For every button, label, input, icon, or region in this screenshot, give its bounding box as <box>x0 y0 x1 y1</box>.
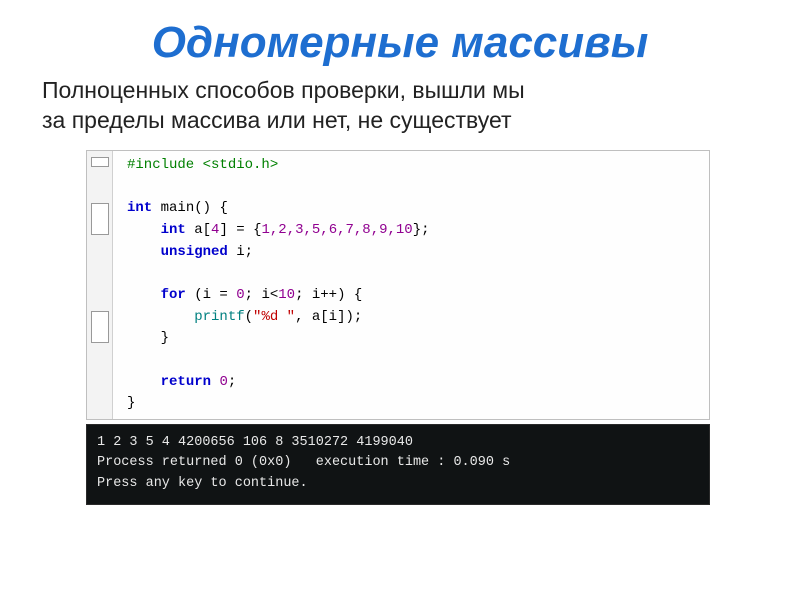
fold-gutter <box>87 151 113 419</box>
subtitle-line-1: Полноценных способов проверки, вышли мы <box>42 77 525 103</box>
code-line: #include <stdio.h> <box>127 155 699 177</box>
fold-marker <box>91 203 109 235</box>
code-line <box>127 176 699 198</box>
code-line: } <box>127 393 699 415</box>
code-line: int main() { <box>127 198 699 220</box>
slide-subtitle: Полноценных способов проверки, вышли мы … <box>40 76 760 136</box>
terminal-line: Process returned 0 (0x0) execution time … <box>97 453 699 473</box>
code-line: return 0; <box>127 372 699 394</box>
slide-title: Одномерные массивы <box>40 18 760 68</box>
code-line: unsigned i; <box>127 242 699 264</box>
code-line <box>127 263 699 285</box>
code-line: for (i = 0; i<10; i++) { <box>127 285 699 307</box>
code-line: int a[4] = {1,2,3,5,6,7,8,9,10}; <box>127 220 699 242</box>
code-body: #include <stdio.h> int main() { int a[4]… <box>113 151 709 419</box>
code-line <box>127 350 699 372</box>
subtitle-line-2: за пределы массива или нет, не существуе… <box>42 107 512 133</box>
terminal-line: Press any key to continue. <box>97 474 699 494</box>
code-editor: #include <stdio.h> int main() { int a[4]… <box>86 150 710 420</box>
code-line: } <box>127 328 699 350</box>
terminal-output: 1 2 3 5 4 4200656 106 8 3510272 4199040 … <box>86 424 710 505</box>
fold-marker <box>91 157 109 167</box>
terminal-line: 1 2 3 5 4 4200656 106 8 3510272 4199040 <box>97 433 699 453</box>
code-line: printf("%d ", a[i]); <box>127 307 699 329</box>
fold-marker <box>91 311 109 343</box>
